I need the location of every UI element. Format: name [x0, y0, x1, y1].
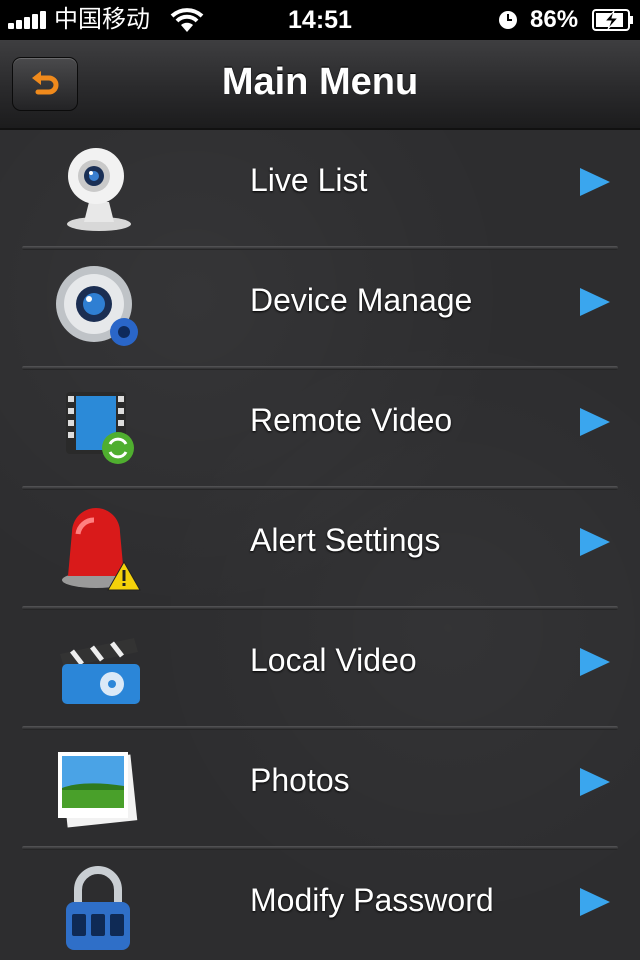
menu-item-label: Local Video	[250, 642, 417, 678]
menu-item-alert-settings[interactable]: Alert Settings	[0, 490, 640, 610]
menu-item-live-list[interactable]: Live List	[0, 130, 640, 250]
menu-item-photos[interactable]: Photos	[0, 730, 640, 850]
battery-charging-icon	[592, 9, 633, 31]
camera-gear-icon	[56, 266, 138, 346]
menu-item-label: Device Manage	[250, 282, 473, 318]
menu-item-label: Photos	[250, 762, 350, 798]
menu-item-label: Modify Password	[250, 882, 494, 918]
main-menu-list: Live List Device Manage Remote Video Ale…	[0, 130, 640, 960]
menu-item-remote-video[interactable]: Remote Video	[0, 370, 640, 490]
app-root: 中国移动 14:51 86% Main Menu Live List Devic…	[0, 0, 640, 960]
navigation-bar: Main Menu	[0, 40, 640, 130]
battery-percent: 86%	[530, 6, 579, 33]
status-bar: 中国移动 14:51 86%	[0, 0, 640, 40]
webcam-icon	[67, 148, 131, 231]
photos-icon	[58, 752, 138, 828]
clapperboard-icon	[60, 638, 140, 704]
menu-item-local-video[interactable]: Local Video	[0, 610, 640, 730]
chevron-right-icon	[580, 288, 610, 316]
menu-item-modify-password[interactable]: Modify Password	[0, 850, 640, 960]
clock-icon	[499, 11, 517, 29]
chevron-right-icon	[580, 648, 610, 676]
chevron-right-icon	[580, 888, 610, 916]
padlock-icon	[66, 866, 130, 950]
menu-item-label: Live List	[250, 162, 368, 198]
chevron-right-icon	[580, 528, 610, 556]
alarm-siren-icon	[62, 508, 141, 591]
film-sync-icon	[66, 392, 134, 464]
chevron-right-icon	[580, 768, 610, 796]
chevron-right-icon	[580, 408, 610, 436]
menu-item-label: Alert Settings	[250, 522, 441, 558]
menu-item-label: Remote Video	[250, 402, 453, 438]
page-title: Main Menu	[221, 61, 419, 103]
menu-item-device-manage[interactable]: Device Manage	[0, 250, 640, 370]
chevron-right-icon	[580, 168, 610, 196]
